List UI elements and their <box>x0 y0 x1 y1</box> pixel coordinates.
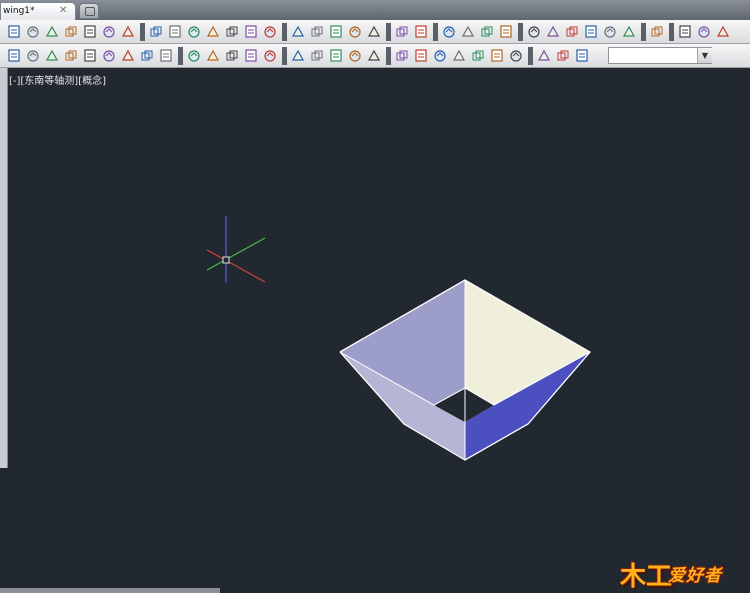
slice-icon[interactable] <box>224 48 240 63</box>
cut-icon[interactable] <box>290 24 306 39</box>
copy-icon[interactable] <box>309 24 325 39</box>
save-icon[interactable] <box>186 24 202 39</box>
orbit-icon[interactable] <box>25 48 41 63</box>
watermark-logo: 木工 <box>620 562 673 592</box>
extrude-icon[interactable] <box>82 48 98 63</box>
spell-check-icon[interactable] <box>44 24 60 39</box>
left-view-icon[interactable] <box>451 48 467 63</box>
toolbar-row-standard <box>0 20 750 44</box>
shell-icon[interactable] <box>347 48 363 63</box>
redo-icon[interactable] <box>413 24 429 39</box>
intersect-icon[interactable] <box>205 48 221 63</box>
box-icon[interactable] <box>44 48 60 63</box>
toolbar-separator <box>518 23 523 41</box>
mtext-icon[interactable] <box>120 24 136 39</box>
interfere-icon[interactable] <box>243 48 259 63</box>
union-icon[interactable] <box>158 48 174 63</box>
publish-icon[interactable] <box>243 24 259 39</box>
check-icon[interactable] <box>366 48 382 63</box>
imprint-icon[interactable] <box>309 48 325 63</box>
text-style-icon[interactable] <box>6 24 22 39</box>
markup-icon[interactable] <box>602 24 618 39</box>
sheet-set-icon[interactable] <box>583 24 599 39</box>
toolbar-separator <box>528 47 533 65</box>
scale-text-icon[interactable] <box>82 24 98 39</box>
revolve-icon[interactable] <box>101 48 117 63</box>
loft-icon[interactable] <box>139 48 155 63</box>
toolbar-separator <box>282 47 287 65</box>
se-iso-icon[interactable] <box>555 48 571 63</box>
visual-style-realistic-icon[interactable] <box>715 24 731 39</box>
zoom-previous-icon[interactable] <box>498 24 514 39</box>
toolbar-separator <box>386 23 391 41</box>
properties-icon[interactable] <box>526 24 542 39</box>
open-icon[interactable] <box>167 24 183 39</box>
sw-iso-icon[interactable] <box>536 48 552 63</box>
toolbar-separator <box>641 23 646 41</box>
undo-icon[interactable] <box>394 24 410 39</box>
chevron-down-icon[interactable]: ▼ <box>697 48 712 63</box>
top-view-icon[interactable] <box>413 48 429 63</box>
section-icon[interactable] <box>262 48 278 63</box>
document-tab-label: wing1* <box>3 6 35 16</box>
sweep-icon[interactable] <box>120 48 136 63</box>
toolbar-separator <box>140 23 145 41</box>
toolbar-separator <box>178 47 183 65</box>
block-editor-icon[interactable] <box>366 24 382 39</box>
new-tab-icon <box>85 7 95 16</box>
paste-icon[interactable] <box>328 24 344 39</box>
toolbar-separator <box>669 23 674 41</box>
new-icon[interactable] <box>148 24 164 39</box>
left-scroll-strip[interactable] <box>0 68 8 468</box>
close-icon[interactable]: ✕ <box>59 5 67 16</box>
new-tab-button[interactable] <box>79 3 99 19</box>
toolbar-row-modeling: ▼ <box>0 44 750 68</box>
match-properties-icon[interactable] <box>347 24 363 39</box>
bottom-view-icon[interactable] <box>432 48 448 63</box>
help-icon[interactable] <box>649 24 665 39</box>
plot-preview-icon[interactable] <box>224 24 240 39</box>
pan-icon[interactable] <box>441 24 457 39</box>
separate-icon[interactable] <box>328 48 344 63</box>
text-edit-icon[interactable] <box>63 24 79 39</box>
subtract-icon[interactable] <box>186 48 202 63</box>
drawing-viewport[interactable] <box>0 68 750 593</box>
calculator-icon[interactable] <box>621 24 637 39</box>
design-center-icon[interactable] <box>545 24 561 39</box>
flatten-icon[interactable] <box>290 48 306 63</box>
watermark-text: 爱好者 <box>668 566 722 586</box>
viewport-controls-label[interactable]: [-][东南等轴测][概念] <box>9 72 106 87</box>
ucs-origin-marker <box>222 256 230 264</box>
document-tab-bar: wing1* ✕ <box>0 0 750 20</box>
tool-palettes-icon[interactable] <box>564 24 580 39</box>
toolbar-separator <box>386 47 391 65</box>
back-view-icon[interactable] <box>508 48 524 63</box>
justify-text-icon[interactable] <box>101 24 117 39</box>
toolbar-separator <box>433 23 438 41</box>
3d-print-icon[interactable] <box>262 24 278 39</box>
wedge-icon[interactable] <box>63 48 79 63</box>
ucs-icon[interactable] <box>6 48 22 63</box>
document-tab[interactable]: wing1* ✕ <box>0 2 76 20</box>
front-view-icon[interactable] <box>489 48 505 63</box>
ne-iso-icon[interactable] <box>574 48 590 63</box>
visual-style-wireframe-icon[interactable] <box>677 24 693 39</box>
plot-icon[interactable] <box>205 24 221 39</box>
horizontal-scrollbar[interactable] <box>0 588 220 593</box>
zoom-window-icon[interactable] <box>479 24 495 39</box>
zoom-realtime-icon[interactable] <box>460 24 476 39</box>
named-views-icon[interactable] <box>394 48 410 63</box>
right-view-icon[interactable] <box>470 48 486 63</box>
find-text-icon[interactable] <box>25 24 41 39</box>
toolbar-separator <box>282 23 287 41</box>
viewport-background <box>0 68 750 593</box>
visual-style-hidden-icon[interactable] <box>696 24 712 39</box>
